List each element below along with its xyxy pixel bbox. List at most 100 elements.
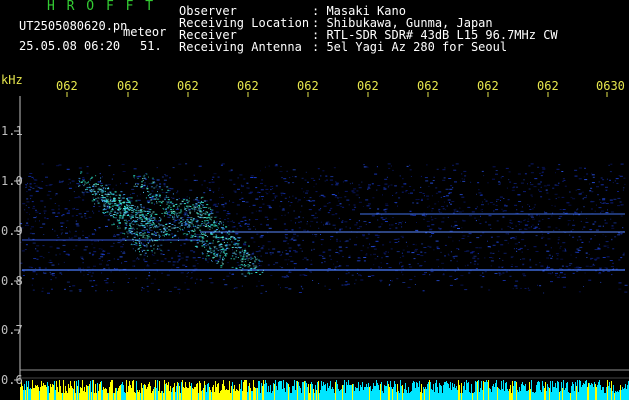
- meter-bar: [255, 388, 256, 400]
- noise-speck: [265, 188, 269, 190]
- noise-speck: [120, 251, 122, 253]
- noise-speck: [321, 262, 323, 264]
- echo-speck: [126, 211, 129, 213]
- noise-speck: [397, 238, 400, 240]
- noise-speck: [156, 188, 159, 190]
- noise-speck: [20, 262, 23, 264]
- echo-speck: [123, 219, 125, 221]
- meter-bar: [413, 381, 414, 400]
- noise-speck: [386, 263, 389, 265]
- meter-bar: [307, 387, 308, 400]
- noise-speck: [82, 230, 84, 232]
- echo-speck: [194, 228, 196, 230]
- noise-speck: [93, 280, 96, 282]
- noise-speck: [547, 218, 550, 219]
- echo-speck: [99, 188, 102, 190]
- noise-speck: [113, 174, 115, 176]
- echo-speck: [255, 272, 258, 273]
- noise-speck: [420, 199, 423, 201]
- noise-speck: [436, 259, 440, 261]
- noise-speck: [32, 242, 36, 244]
- noise-speck: [75, 223, 79, 225]
- meter-bar: [500, 390, 501, 400]
- noise-speck: [443, 177, 446, 179]
- echo-speck: [136, 231, 138, 233]
- meter-bar: [532, 392, 533, 400]
- noise-speck: [59, 180, 61, 182]
- echo-speck: [244, 241, 247, 243]
- noise-speck: [33, 258, 37, 259]
- meter-bar: [445, 382, 446, 400]
- meter-bar: [499, 389, 500, 400]
- noise-speck: [531, 224, 534, 226]
- noise-speck: [521, 239, 525, 241]
- echo-speck: [101, 192, 103, 194]
- noise-speck: [265, 252, 268, 254]
- noise-speck: [262, 245, 265, 247]
- noise-speck: [576, 248, 580, 250]
- noise-speck: [25, 186, 27, 188]
- noise-speck: [43, 272, 47, 274]
- echo-speck: [195, 206, 197, 208]
- noise-speck: [469, 215, 472, 217]
- meter-bar: [526, 391, 527, 400]
- noise-speck: [29, 237, 31, 239]
- echo-speck: [190, 222, 193, 223]
- noise-speck: [567, 224, 569, 226]
- echo-speck: [167, 207, 170, 209]
- meter-bar: [267, 392, 268, 400]
- noise-speck: [452, 164, 454, 166]
- noise-speck: [594, 258, 598, 260]
- echo-speck: [241, 250, 243, 252]
- noise-speck: [351, 182, 353, 184]
- echo-speck: [201, 223, 203, 225]
- echo-speck: [113, 203, 115, 205]
- noise-speck: [76, 225, 80, 227]
- echo-speck: [197, 213, 200, 215]
- meter-bar: [130, 385, 131, 400]
- noise-speck: [284, 234, 288, 236]
- noise-speck: [404, 183, 407, 185]
- noise-speck: [606, 256, 610, 258]
- noise-speck: [613, 198, 617, 200]
- echo-speck: [127, 233, 129, 235]
- meter-bar: [110, 382, 111, 400]
- noise-speck: [231, 273, 235, 275]
- noise-speck: [310, 271, 312, 273]
- meter-bar: [201, 391, 202, 400]
- noise-speck: [156, 259, 159, 261]
- echo-speck: [172, 224, 174, 225]
- echo-speck: [211, 212, 214, 214]
- noise-speck: [246, 182, 249, 184]
- noise-speck: [454, 270, 456, 272]
- meter-bar: [112, 380, 113, 400]
- echo-speck: [240, 269, 243, 271]
- noise-speck: [358, 187, 362, 189]
- noise-speck: [281, 215, 283, 216]
- noise-speck: [411, 252, 415, 254]
- noise-speck: [366, 253, 368, 255]
- echo-speck: [203, 206, 206, 208]
- meter-bar: [269, 392, 270, 400]
- meter-bar: [285, 392, 286, 400]
- echo-speck: [220, 243, 222, 245]
- noise-speck: [47, 292, 50, 294]
- echo-speck: [239, 237, 241, 239]
- echo-speck: [222, 256, 224, 258]
- noise-speck: [261, 179, 264, 181]
- meter-bar: [137, 390, 138, 400]
- noise-speck: [502, 259, 504, 261]
- noise-speck: [134, 265, 136, 267]
- noise-speck: [300, 211, 302, 213]
- noise-speck: [452, 240, 454, 242]
- meter-bar: [428, 382, 429, 400]
- noise-speck: [401, 226, 403, 228]
- noise-speck: [428, 185, 430, 187]
- date-time: 25.05.08 06:20: [19, 39, 121, 53]
- echo-speck: [124, 233, 126, 235]
- meter-bar: [510, 385, 511, 400]
- echo-speck: [121, 197, 124, 199]
- meter-bar: [226, 389, 227, 400]
- noise-speck: [30, 267, 33, 269]
- noise-speck: [395, 223, 397, 224]
